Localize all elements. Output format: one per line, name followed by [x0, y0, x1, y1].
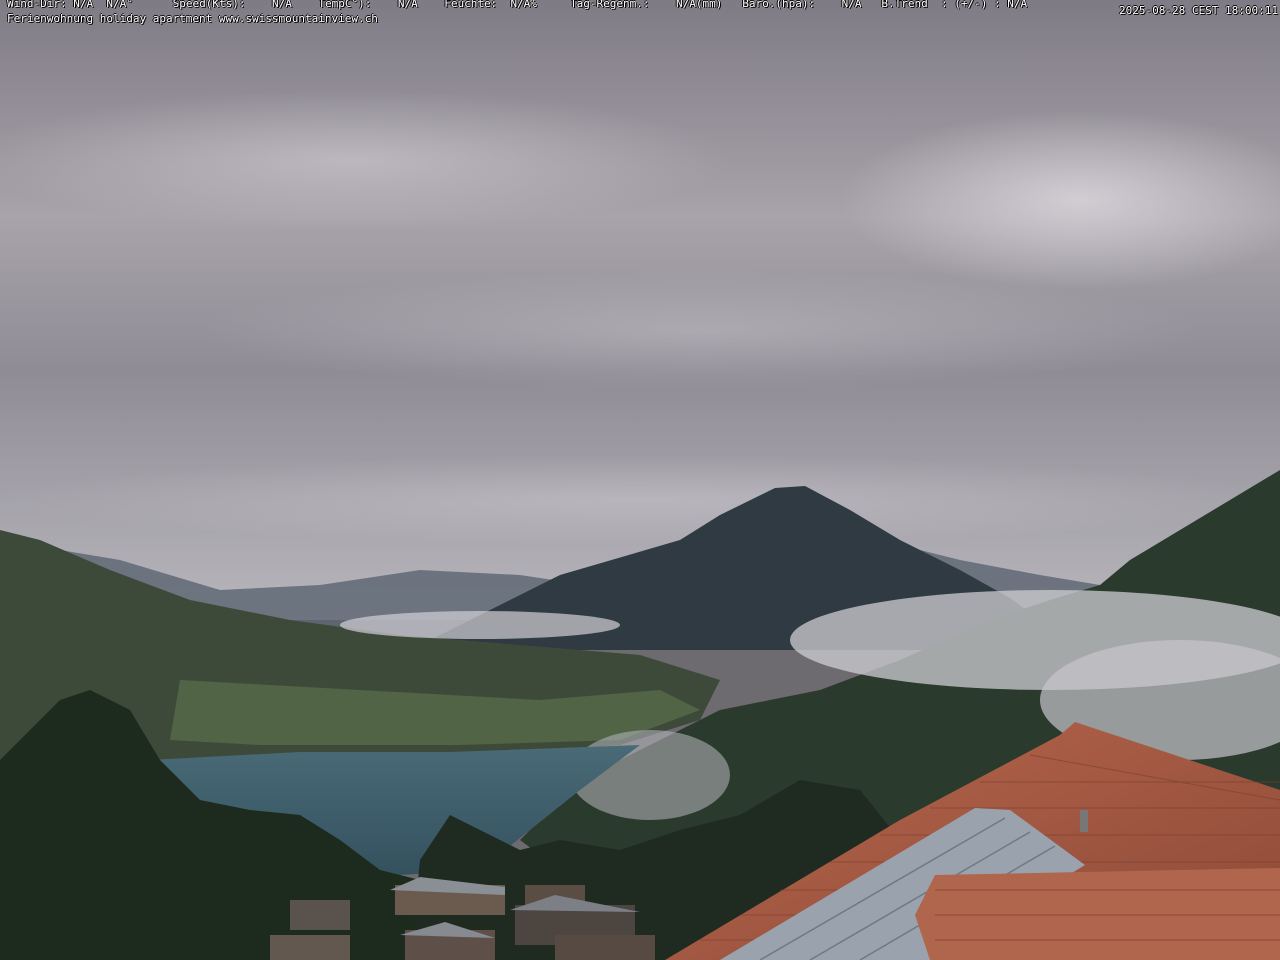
speed-label: Speed(Kts):: [172, 0, 246, 10]
wind-dir-degrees: N/A°: [106, 0, 133, 10]
cloud-band: [0, 455, 1280, 545]
weather-info-bar: Wind-Dir: N/A N/A° Speed(Kts): N/A TempC…: [7, 0, 1280, 10]
trend-label: B.Trend : (+/-) :: [881, 0, 1001, 10]
webcam-scene: [0, 0, 1280, 960]
baro-value: N/A: [841, 0, 862, 10]
temp-value: N/A: [397, 0, 418, 10]
trend-value: N/A: [1007, 0, 1028, 10]
cloud-band: [0, 90, 730, 230]
caption: Ferienwohnung holiday apartment www.swis…: [7, 12, 378, 25]
rain-label: Tag-Regenm.:: [570, 0, 650, 10]
rain-value: N/A(mm): [676, 0, 723, 10]
baro-label: Baro.(hpa):: [742, 0, 816, 10]
speed-value: N/A: [271, 0, 292, 10]
humidity-value: N/A%: [510, 0, 537, 10]
wind-dir-label: Wind-Dir:: [7, 0, 67, 10]
humidity-label: Feuchte:: [444, 0, 498, 10]
timestamp: 2025-08-28 CEST 18:00:11: [1119, 4, 1278, 17]
lower-roof: [915, 868, 1280, 960]
cloud-band: [200, 270, 1200, 390]
temp-label: TempC°):: [318, 0, 372, 10]
wind-dir-value: N/A: [73, 0, 94, 10]
vent-pipe: [1080, 810, 1088, 832]
low-cloud: [340, 611, 620, 639]
